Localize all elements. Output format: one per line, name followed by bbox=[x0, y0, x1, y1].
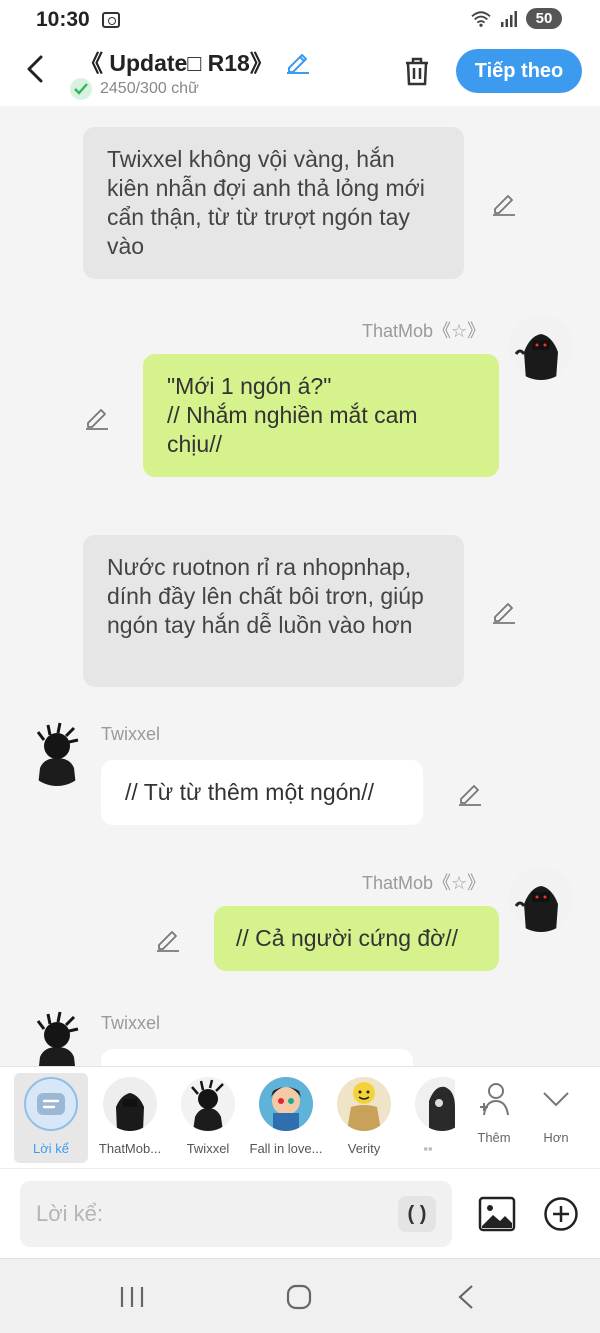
chevron-down-icon bbox=[543, 1092, 569, 1107]
character-label: Fall in love... bbox=[249, 1141, 323, 1156]
edit-message-icon[interactable] bbox=[84, 404, 110, 430]
avatar bbox=[259, 1077, 313, 1131]
recent-apps-icon[interactable] bbox=[112, 1283, 152, 1311]
edit-message-icon[interactable] bbox=[491, 598, 517, 624]
character-verity[interactable]: Verity bbox=[323, 1073, 405, 1163]
sender-name: ThatMob《☆》 bbox=[362, 321, 486, 341]
screen-record-icon bbox=[101, 12, 120, 28]
narration-bubble[interactable]: Twixxel không vội vàng, hắn kiên nhẫn đợ… bbox=[83, 127, 464, 279]
narration-icon bbox=[24, 1077, 78, 1131]
editor-header: 《 Update□ R18》 2450/300 chữ Tiếp theo bbox=[0, 40, 600, 106]
title-row: 《 Update□ R18》 bbox=[80, 44, 311, 78]
character-twixxel[interactable]: Twixxel bbox=[167, 1073, 249, 1163]
character-label: Twixxel bbox=[186, 1141, 230, 1156]
edit-message-icon[interactable] bbox=[457, 780, 483, 806]
character-label: Lời kể bbox=[33, 1141, 69, 1156]
composer: ( ) bbox=[0, 1168, 600, 1258]
system-nav-bar bbox=[0, 1258, 600, 1333]
home-icon[interactable] bbox=[279, 1283, 319, 1311]
chevron-left-icon bbox=[27, 55, 43, 83]
avatar bbox=[103, 1077, 157, 1131]
word-count: 2450/300 chữ bbox=[100, 80, 199, 97]
character-selector: Lời kể ThatMob... Twixxel Fall in love..… bbox=[0, 1066, 600, 1168]
back-button[interactable] bbox=[18, 52, 52, 86]
status-time: 10:30 bbox=[36, 8, 90, 31]
battery-indicator: 50 bbox=[526, 8, 562, 29]
avatar-twixxel[interactable] bbox=[24, 720, 90, 786]
character-label: Verity bbox=[347, 1141, 381, 1156]
sender-name: Twixxel bbox=[101, 724, 161, 744]
more-label: Hơn bbox=[543, 1130, 569, 1145]
back-nav-icon[interactable] bbox=[446, 1283, 486, 1311]
avatar bbox=[337, 1077, 391, 1131]
status-bar: 10:30 50 bbox=[0, 0, 600, 40]
check-icon bbox=[70, 78, 92, 100]
avatar bbox=[415, 1077, 455, 1131]
add-character-button[interactable]: Thêm bbox=[466, 1081, 522, 1145]
edit-title-icon[interactable] bbox=[285, 48, 311, 74]
image-icon[interactable] bbox=[478, 1195, 516, 1233]
narration-bubble[interactable]: Nước ruotnon rỉ ra nhopnhap, dính đầy lê… bbox=[83, 535, 464, 687]
wifi-icon bbox=[471, 10, 491, 27]
add-label: Thêm bbox=[477, 1130, 511, 1145]
avatar bbox=[181, 1077, 235, 1131]
message-bubble-left[interactable] bbox=[101, 1049, 413, 1066]
more-button[interactable]: Hơn bbox=[528, 1081, 584, 1145]
avatar-twixxel[interactable] bbox=[24, 1009, 90, 1066]
word-count-row: 2450/300 chữ bbox=[70, 78, 199, 100]
edit-message-icon[interactable] bbox=[491, 190, 517, 216]
status-icons: 50 bbox=[470, 8, 562, 29]
message-bubble-right[interactable]: // Cả người cứng đờ// bbox=[214, 906, 499, 971]
message-bubble-left[interactable]: // Từ từ thêm một ngón// bbox=[101, 760, 423, 825]
sender-name: Twixxel bbox=[101, 1013, 161, 1033]
trash-icon[interactable] bbox=[400, 54, 434, 88]
character-thatmob[interactable]: ThatMob... bbox=[89, 1073, 171, 1163]
character-label: ThatMob... bbox=[98, 1141, 162, 1156]
character-narrator[interactable]: Lời kể bbox=[14, 1073, 88, 1163]
add-person-icon bbox=[480, 1083, 509, 1116]
avatar-thatmob[interactable] bbox=[508, 866, 574, 932]
sender-name: ThatMob《☆》 bbox=[362, 873, 486, 893]
signal-icon bbox=[501, 10, 517, 27]
avatar-thatmob[interactable] bbox=[508, 314, 574, 380]
message-input-box: ( ) bbox=[20, 1181, 452, 1247]
story-title: 《 Update□ R18》 bbox=[80, 50, 273, 76]
character-partial[interactable]: ▪▪ bbox=[401, 1073, 455, 1163]
parentheses-button[interactable]: ( ) bbox=[398, 1196, 436, 1232]
message-bubble-right[interactable]: "Mới 1 ngón á?" // Nhắm nghiền mắt cam c… bbox=[143, 354, 499, 477]
message-input[interactable] bbox=[36, 1181, 396, 1247]
character-fall-in-love[interactable]: Fall in love... bbox=[245, 1073, 327, 1163]
next-button[interactable]: Tiếp theo bbox=[456, 49, 582, 93]
character-label: ▪▪ bbox=[423, 1141, 433, 1156]
edit-message-icon[interactable] bbox=[155, 926, 181, 952]
add-icon[interactable] bbox=[543, 1196, 579, 1232]
chat-area[interactable]: Twixxel không vội vàng, hắn kiên nhẫn đợ… bbox=[0, 106, 600, 1066]
